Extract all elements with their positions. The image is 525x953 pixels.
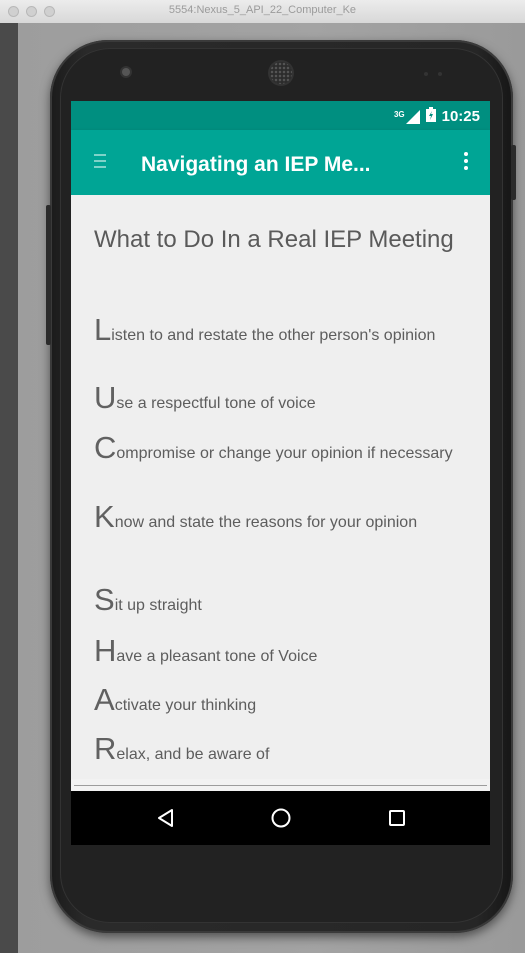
front-camera bbox=[122, 68, 130, 76]
initial-letter: K bbox=[94, 499, 115, 534]
list-item-sit: Sit up straight bbox=[94, 584, 474, 617]
item-text: ompromise or change your opinion if nece… bbox=[116, 445, 453, 462]
earpiece-speaker bbox=[270, 62, 292, 84]
proximity-sensor bbox=[424, 72, 428, 76]
initial-letter: S bbox=[94, 582, 115, 617]
item-text: ave a pleasant tone of Voice bbox=[116, 648, 318, 665]
window-title: 5554:Nexus_5_API_22_Computer_Ke bbox=[168, 4, 357, 16]
initial-letter: U bbox=[94, 380, 117, 415]
list-item-listen: Listen to and restate the other person's… bbox=[94, 314, 474, 347]
recents-icon bbox=[389, 810, 405, 826]
divider bbox=[74, 785, 487, 786]
item-text: elax, and be aware of bbox=[116, 746, 270, 763]
item-text: isten to and restate the other person's … bbox=[111, 327, 436, 344]
list-item-relax: Relax, and be aware of bbox=[94, 733, 474, 766]
list-item-activate: Activate your thinking bbox=[94, 684, 474, 717]
home-button[interactable] bbox=[266, 803, 296, 833]
list-item-know: Know and state the reasons for your opin… bbox=[94, 501, 474, 534]
emulator-left-edge bbox=[0, 23, 18, 953]
light-sensor bbox=[438, 72, 442, 76]
list-item-have: Have a pleasant tone of Voice bbox=[94, 635, 474, 668]
initial-letter: L bbox=[94, 312, 112, 347]
power-button[interactable] bbox=[511, 145, 516, 200]
clock: 10:25 bbox=[441, 108, 480, 125]
status-bar: 3G 10:25 bbox=[71, 101, 490, 130]
list-item-use: Use a respectful tone of voice bbox=[94, 382, 474, 415]
content-area[interactable]: What to Do In a Real IEP Meeting Listen … bbox=[71, 195, 490, 779]
app-title: Navigating an IEP Me... bbox=[141, 153, 371, 176]
back-button[interactable] bbox=[151, 803, 181, 833]
phone-screen: 3G 10:25 Navigating an IEP Me... What to… bbox=[71, 101, 490, 845]
item-text: now and state the reasons for your opini… bbox=[114, 514, 418, 531]
signal-icon: 3G bbox=[393, 109, 420, 124]
initial-letter: H bbox=[94, 633, 117, 668]
page-title: What to Do In a Real IEP Meeting bbox=[94, 226, 454, 253]
network-type-label: 3G bbox=[393, 109, 405, 119]
item-text: ctivate your thinking bbox=[114, 697, 257, 714]
recents-button[interactable] bbox=[382, 803, 412, 833]
battery-icon bbox=[425, 107, 436, 126]
initial-letter: R bbox=[94, 731, 117, 766]
volume-button[interactable] bbox=[46, 205, 51, 345]
hamburger-menu-icon[interactable] bbox=[94, 154, 106, 168]
overflow-menu-icon[interactable] bbox=[464, 152, 468, 173]
navigation-bar bbox=[71, 791, 490, 845]
initial-letter: C bbox=[94, 430, 117, 465]
home-icon bbox=[271, 808, 291, 828]
emulator-titlebar: 5554:Nexus_5_API_22_Computer_Ke bbox=[0, 0, 525, 24]
initial-letter: A bbox=[94, 682, 115, 717]
list-item-compromise: Compromise or change your opinion if nec… bbox=[94, 432, 474, 465]
item-text: it up straight bbox=[114, 597, 202, 614]
app-bar: Navigating an IEP Me... bbox=[71, 130, 490, 195]
back-icon bbox=[158, 809, 173, 827]
item-text: se a respectful tone of voice bbox=[116, 395, 316, 412]
